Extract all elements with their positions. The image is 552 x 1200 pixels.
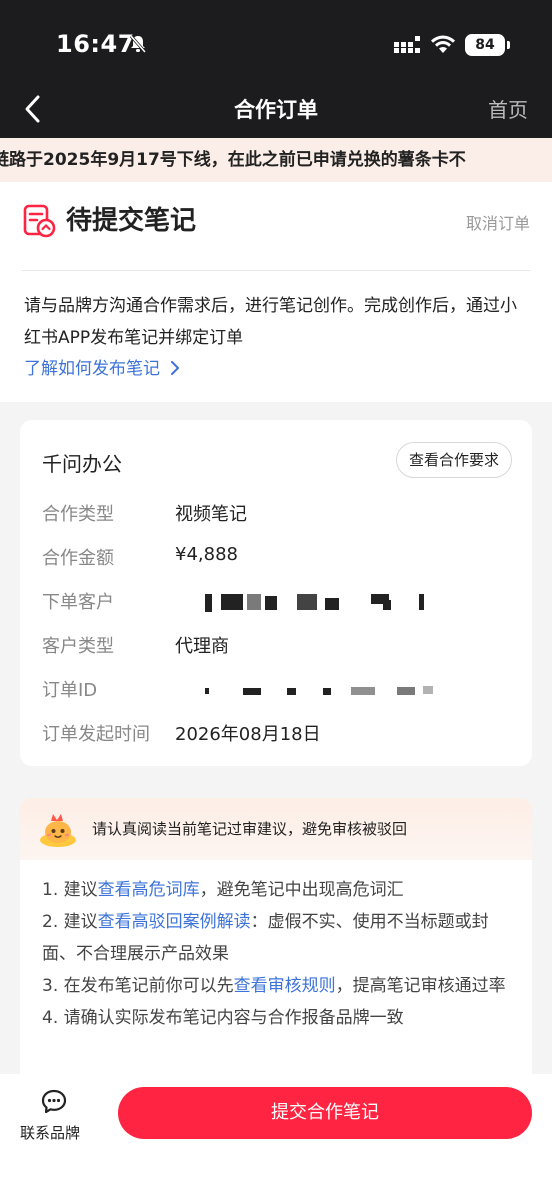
info-row-order-id: 订单ID	[42, 676, 512, 706]
redacted-order-id	[175, 680, 433, 700]
info-row-customer: 下单客户	[42, 588, 512, 618]
info-label: 订单发起时间	[42, 724, 150, 745]
brand-name: 千问办公	[42, 452, 122, 476]
advice-text: 4. 请确认实际发布笔记内容与合作报备品牌一致	[42, 1008, 404, 1028]
info-label: 合作类型	[42, 504, 114, 525]
home-link[interactable]: 首页	[488, 94, 528, 123]
learn-how-to-publish-link[interactable]: 了解如何发布笔记	[24, 354, 181, 379]
order-info-card: 千问办公 查看合作要求 合作类型 视频笔记 合作金额 ¥4,888 下单客户 客…	[20, 420, 532, 766]
info-value: 视频笔记	[175, 504, 247, 525]
mute-bell-icon	[129, 35, 147, 53]
notice-text: 链路于2025年9月17号下线，在此之前已申请兑换的薯条卡不	[0, 150, 466, 170]
order-status-description: 请与品牌方沟通合作需求后，进行笔记创作。完成创作后，通过小红书APP发布笔记并绑…	[24, 296, 517, 348]
info-row-customer-type: 客户类型 代理商	[42, 632, 512, 662]
battery-indicator: 84	[465, 34, 505, 56]
battery-tip	[507, 41, 510, 49]
order-status-section: 待提交笔记 取消订单 请与品牌方沟通合作需求后，进行笔记创作。完成创作后，通过小…	[0, 182, 552, 402]
advice-title: 请认真阅读当前笔记过审建议，避免审核被驳回	[92, 820, 408, 838]
info-label: 订单ID	[42, 680, 98, 701]
chat-bubble-icon[interactable]	[40, 1088, 68, 1116]
high-risk-words-link[interactable]: 查看高危词库	[98, 880, 200, 900]
info-value: ¥4,888	[175, 544, 238, 565]
info-row-amount: 合作金额 ¥4,888	[42, 544, 512, 574]
notice-banner[interactable]: 链路于2025年9月17号下线，在此之前已申请兑换的薯条卡不	[0, 138, 552, 182]
info-label: 合作金额	[42, 548, 114, 569]
advice-text: 3. 在发布笔记前你可以先	[42, 976, 234, 996]
advice-item: 2. 建议查看高驳回案例解读：虚假不实、使用不当标题或封面、不合理展示产品效果	[42, 906, 512, 970]
cancel-order-button[interactable]: 取消订单	[466, 210, 530, 234]
advice-item: 3. 在发布笔记前你可以先查看审核规则，提高笔记审核通过率	[42, 970, 512, 1002]
advice-text: 1. 建议	[42, 880, 98, 900]
submit-note-button[interactable]: 提交合作笔记	[118, 1087, 532, 1139]
pending-note-icon	[23, 204, 56, 238]
top-bar: 16:47 84 合作订单 首页	[0, 0, 552, 138]
learn-link-label: 了解如何发布笔记	[24, 359, 160, 379]
redacted-customer-name	[175, 592, 424, 612]
advice-header: 请认真阅读当前笔记过审建议，避免审核被驳回	[20, 798, 532, 860]
order-status-title: 待提交笔记	[66, 206, 197, 236]
info-value: 2026年08月18日	[175, 724, 321, 745]
status-bar: 16:47 84	[0, 0, 552, 88]
advice-item: 4. 请确认实际发布笔记内容与合作报备品牌一致	[42, 1002, 512, 1034]
advice-text: ，避免笔记中出现高危词汇	[199, 880, 404, 900]
navigation-bar: 合作订单 首页	[0, 88, 552, 138]
status-time: 16:47	[56, 30, 135, 58]
info-value: 代理商	[175, 636, 229, 657]
mascot-icon	[40, 814, 76, 847]
cellular-signal-icon	[394, 36, 420, 53]
contact-brand-button[interactable]: 联系品牌	[20, 1122, 80, 1143]
advice-list: 1. 建议查看高危词库，避免笔记中出现高危词汇 2. 建议查看高驳回案例解读：虚…	[20, 860, 532, 1034]
wifi-icon	[431, 35, 455, 53]
info-label: 客户类型	[42, 636, 114, 657]
advice-text: ，提高笔记审核通过率	[335, 976, 506, 996]
page-title: 合作订单	[234, 98, 318, 122]
view-requirements-button[interactable]: 查看合作要求	[395, 442, 512, 478]
info-row-cooperation-type: 合作类型 视频笔记	[42, 500, 512, 530]
advice-item: 1. 建议查看高危词库，避免笔记中出现高危词汇	[42, 874, 512, 906]
info-row-order-date: 订单发起时间 2026年08月18日	[42, 720, 512, 750]
review-rules-link[interactable]: 查看审核规则	[234, 976, 336, 996]
divider	[22, 270, 530, 271]
bottom-action-bar: 联系品牌 提交合作笔记	[0, 1074, 552, 1200]
info-label: 下单客户	[42, 592, 114, 613]
review-advice-card: 请认真阅读当前笔记过审建议，避免审核被驳回 1. 建议查看高危词库，避免笔记中出…	[20, 798, 532, 1088]
rejection-cases-link[interactable]: 查看高驳回案例解读	[98, 912, 251, 932]
chevron-right-icon	[171, 361, 180, 375]
advice-text: 2. 建议	[42, 912, 98, 932]
